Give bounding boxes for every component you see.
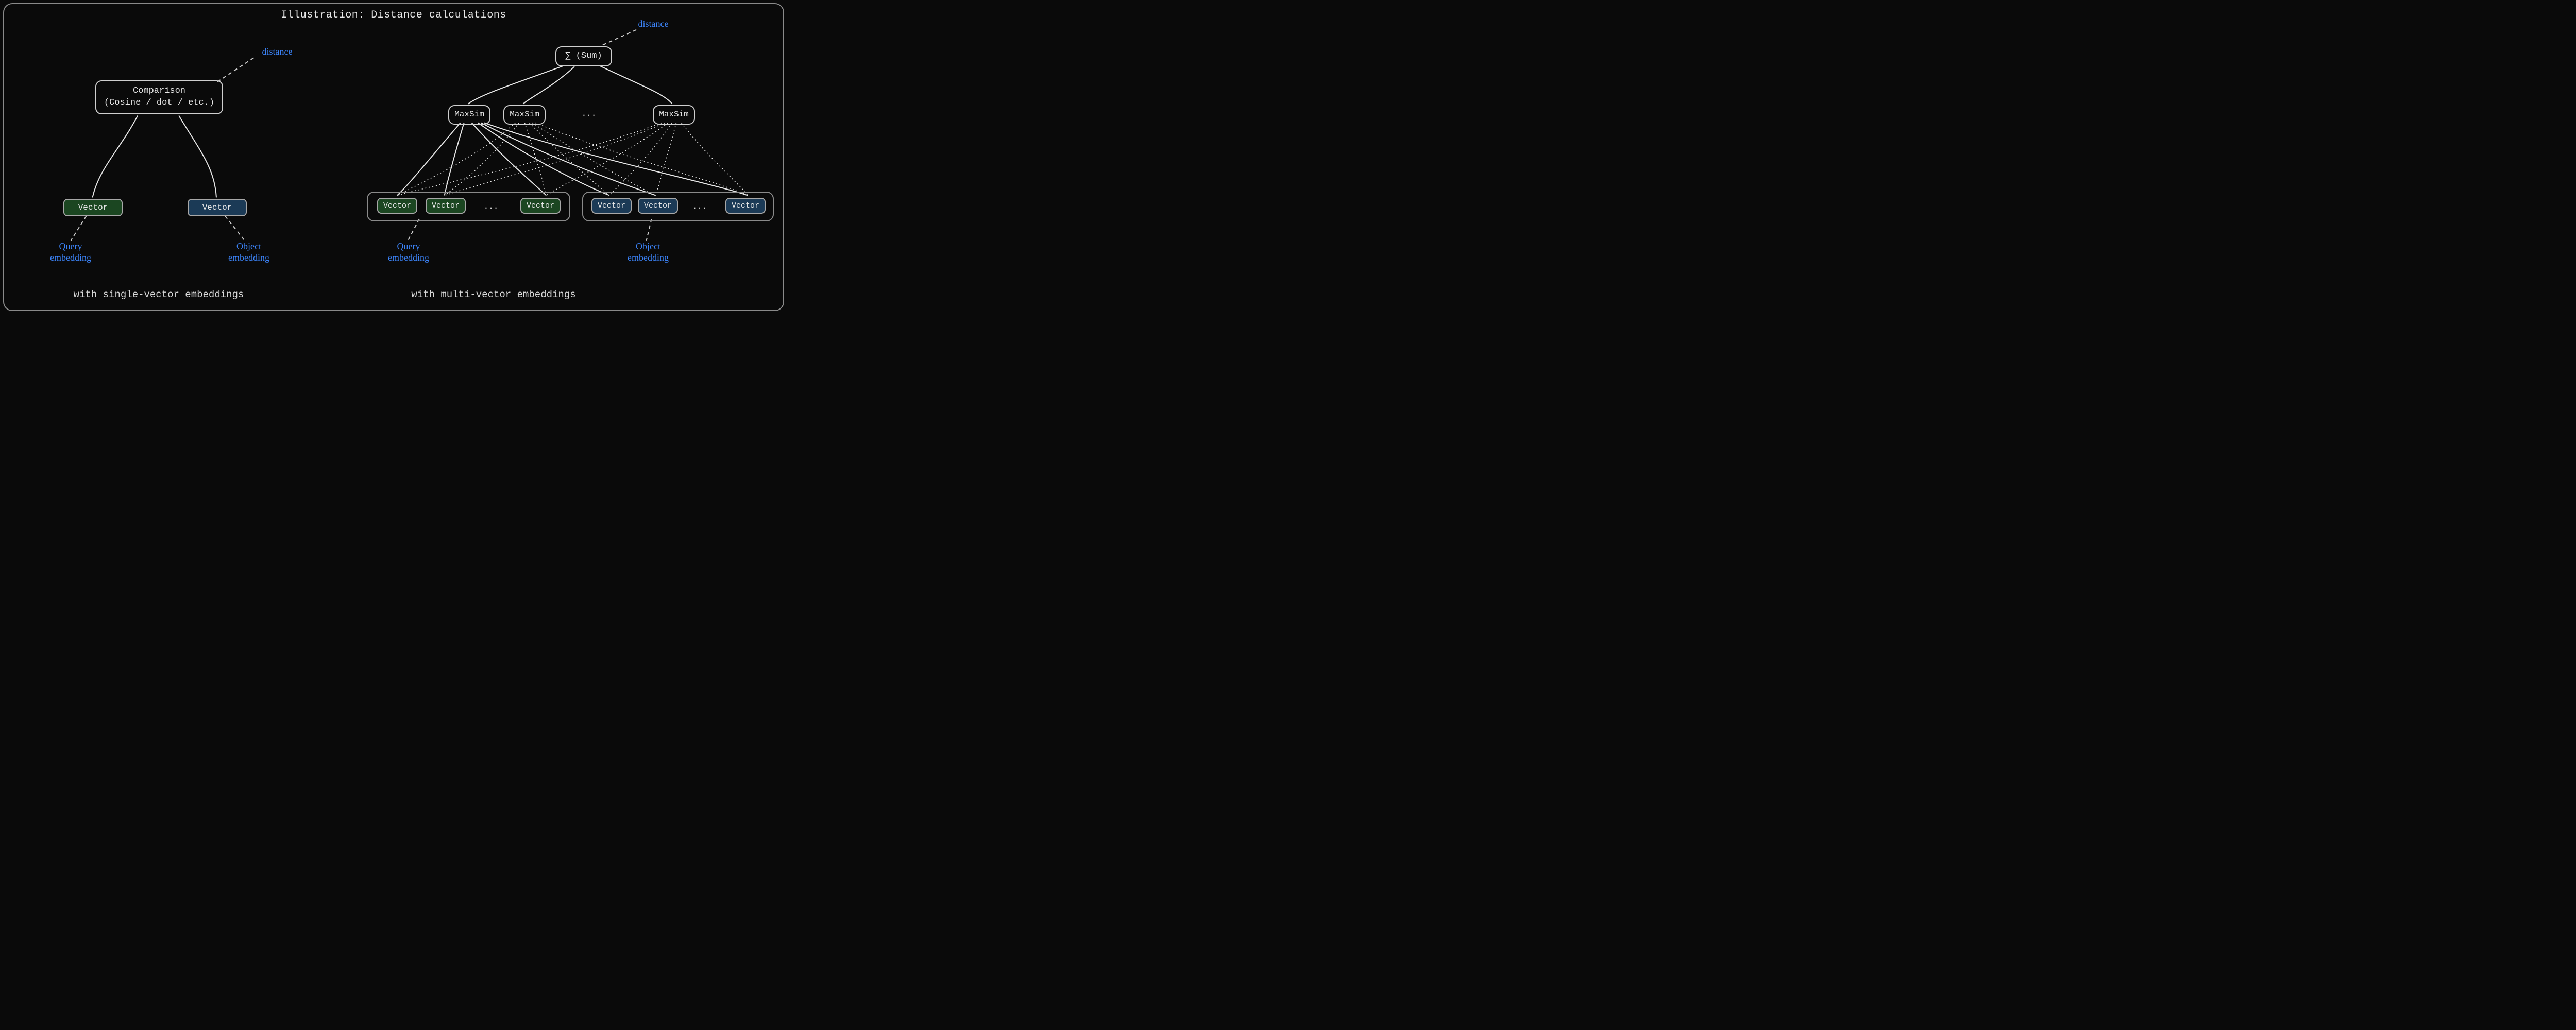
maxsim-node-3: MaxSim — [653, 105, 695, 125]
distance-annotation-right: distance — [622, 19, 684, 30]
comparison-node: Comparison (Cosine / dot / etc.) — [95, 80, 223, 114]
distance-annotation-left: distance — [246, 46, 308, 58]
query-vector-ellipsis: ... — [476, 202, 506, 211]
maxsim-node-2: MaxSim — [503, 105, 546, 125]
object-vector-3: Vector — [725, 198, 766, 214]
object-vector-2: Vector — [638, 198, 678, 214]
sum-node: ∑ (Sum) — [555, 46, 612, 66]
right-object-annotation: Object embedding — [615, 241, 682, 263]
maxsim-node-1: MaxSim — [448, 105, 490, 125]
left-object-annotation: Object embedding — [215, 241, 282, 263]
comparison-line2: (Cosine / dot / etc.) — [104, 97, 215, 109]
left-query-annotation: Query embedding — [37, 241, 104, 263]
object-vector-1: Vector — [591, 198, 632, 214]
comparison-line1: Comparison — [104, 85, 215, 97]
right-caption: with multi-vector embeddings — [401, 289, 586, 300]
query-vector-1: Vector — [377, 198, 417, 214]
diagram-frame: Illustration: Distance calculations — [3, 3, 784, 311]
query-vector-3: Vector — [520, 198, 561, 214]
maxsim-ellipsis: ... — [573, 109, 604, 118]
query-vector-2: Vector — [426, 198, 466, 214]
left-object-vector: Vector — [188, 199, 247, 216]
object-vector-ellipsis: ... — [687, 202, 713, 211]
connectors-svg — [4, 4, 783, 310]
right-query-annotation: Query embedding — [375, 241, 442, 263]
left-caption: with single-vector embeddings — [66, 289, 251, 300]
left-query-vector: Vector — [63, 199, 123, 216]
